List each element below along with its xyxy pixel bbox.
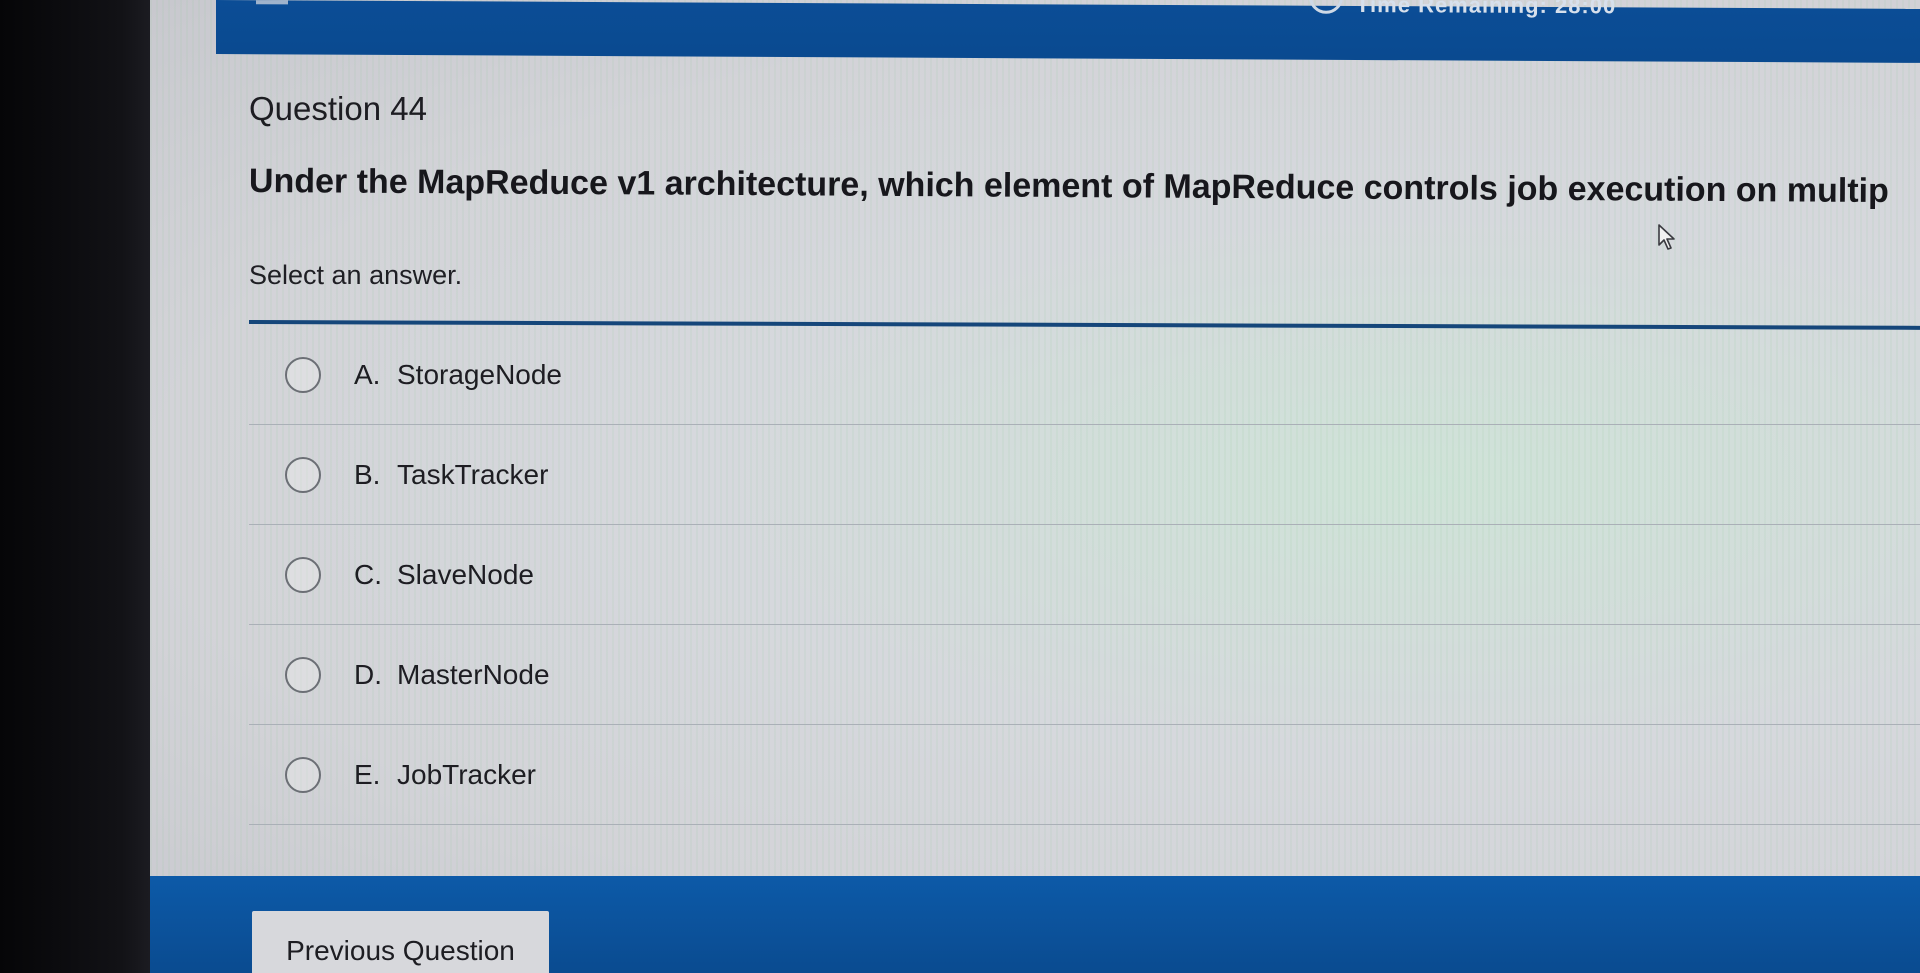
option-letter: E. xyxy=(354,758,381,790)
option-label: TaskTracker xyxy=(397,458,549,490)
clock-icon xyxy=(1309,0,1343,14)
mouse-pointer-icon xyxy=(1658,224,1675,250)
option-letter: A. xyxy=(354,358,381,390)
option-letter: C. xyxy=(354,558,382,590)
header-bar: Time Remaining: 28:00 xyxy=(216,0,1920,63)
option-label: StorageNode xyxy=(397,358,563,390)
menu-icon[interactable] xyxy=(256,0,288,5)
answer-options: A. StorageNode B. TaskTracker C. SlaveNo… xyxy=(249,325,1920,825)
option-b[interactable]: B. TaskTracker xyxy=(249,425,1920,525)
answer-instruction: Select an answer. xyxy=(249,260,463,290)
radio-button[interactable] xyxy=(285,556,321,593)
option-label: JobTracker xyxy=(397,758,537,790)
radio-button[interactable] xyxy=(285,656,321,693)
radio-button[interactable] xyxy=(285,756,321,793)
option-letter: D. xyxy=(354,658,382,690)
option-e[interactable]: E. JobTracker xyxy=(249,725,1920,825)
option-d[interactable]: D. MasterNode xyxy=(249,625,1920,725)
screen-bezel xyxy=(0,0,152,973)
option-letter: B. xyxy=(354,458,381,490)
previous-question-button[interactable]: Previous Question xyxy=(252,911,549,973)
radio-button[interactable] xyxy=(285,456,321,493)
question-number: Question 44 xyxy=(249,90,427,127)
option-label: MasterNode xyxy=(397,658,550,690)
option-c[interactable]: C. SlaveNode xyxy=(249,525,1920,625)
screen: Time Remaining: 28:00 Question 44 Under … xyxy=(0,0,1920,973)
radio-button[interactable] xyxy=(285,356,321,393)
option-label: SlaveNode xyxy=(397,558,534,590)
option-a[interactable]: A. StorageNode xyxy=(249,325,1920,425)
time-remaining: Time Remaining: 28:00 xyxy=(1356,0,1617,19)
